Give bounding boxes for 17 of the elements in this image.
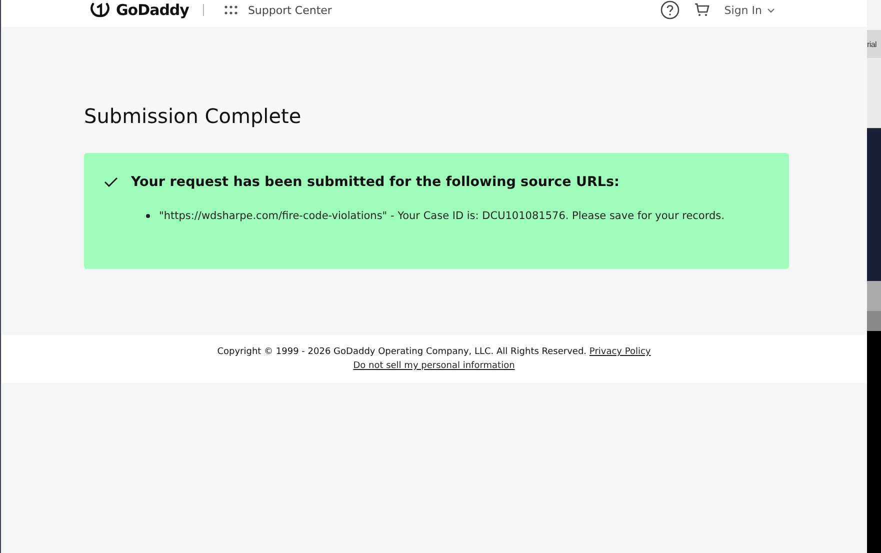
apps-grid-icon[interactable] xyxy=(224,5,238,15)
privacy-policy-link[interactable]: Privacy Policy xyxy=(589,347,651,357)
background-window-text: rial xyxy=(867,40,876,48)
alert-item: "https://wdsharpe.com/fire-code-violations" - Your Case ID is: DCU101081576. Please save for your records. xyxy=(159,210,724,222)
bullet-icon xyxy=(146,214,150,218)
check-icon xyxy=(104,177,118,187)
logo-icon xyxy=(90,2,110,18)
do-not-sell-link[interactable]: Do not sell my personal information xyxy=(353,361,515,371)
logo[interactable]: GoDaddy xyxy=(116,1,189,19)
sign-in-button[interactable]: Sign In xyxy=(724,4,775,16)
support-center-link[interactable]: Support Center xyxy=(248,4,332,16)
page-title: Submission Complete xyxy=(84,104,302,128)
alert-heading: Your request has been submitted for the following source URLs: xyxy=(131,174,620,190)
chevron-down-icon xyxy=(767,8,775,12)
cart-icon[interactable] xyxy=(694,3,710,17)
help-icon[interactable] xyxy=(660,0,680,20)
copyright-text: Copyright © 1999 - 2026 GoDaddy Operating Company, LLC. All Rights Reserved. xyxy=(217,347,587,357)
